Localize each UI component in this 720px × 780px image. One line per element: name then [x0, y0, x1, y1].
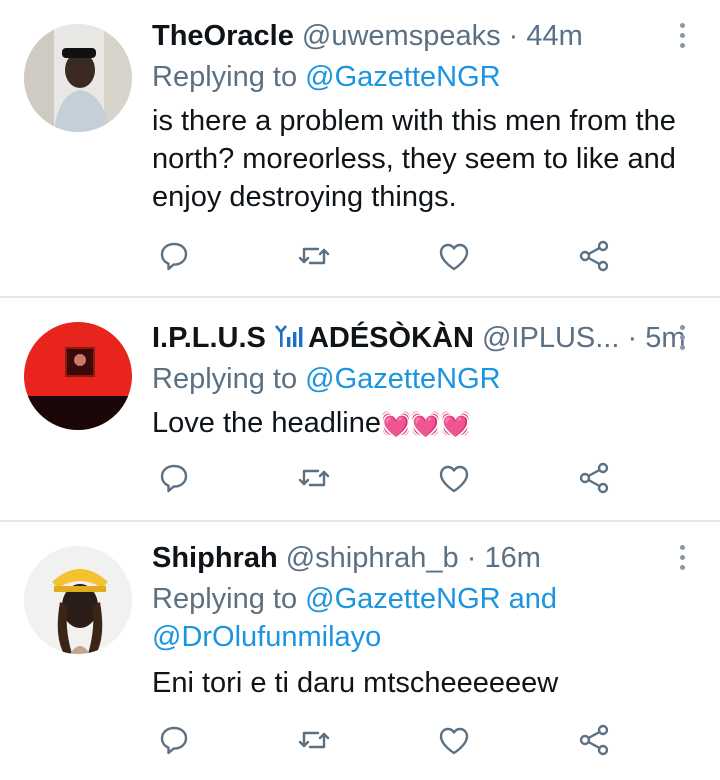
tweet-text: Love the headline💓💓💓	[152, 404, 697, 443]
separator: ·	[508, 20, 519, 52]
replying-prefix: Replying to	[152, 61, 298, 93]
mention-link[interactable]: @GazetteNGR	[305, 363, 500, 395]
retweet-icon[interactable]	[296, 238, 336, 278]
handle[interactable]: @uwemspeaks	[302, 20, 501, 52]
more-options-icon[interactable]	[676, 542, 688, 572]
timestamp[interactable]: 44m	[526, 20, 582, 52]
timestamp[interactable]: 16m	[484, 542, 540, 574]
like-icon[interactable]	[436, 722, 476, 762]
separator: ·	[627, 322, 638, 354]
replying-to: Replying to @GazetteNGR and @DrOlufunmil…	[152, 580, 557, 656]
mention-link[interactable]: @GazetteNGR	[305, 583, 500, 615]
action-bar	[152, 722, 622, 762]
mention-and: and	[508, 583, 558, 615]
retweet-icon[interactable]	[296, 722, 336, 762]
heart-emoji: 💓💓💓	[380, 410, 471, 438]
display-name-suffix[interactable]: ADÉSÒKÀN	[308, 322, 474, 354]
replying-prefix: Replying to	[152, 583, 298, 615]
tweet-text: Eni tori e ti daru mtscheeeeeew	[152, 667, 559, 699]
display-name[interactable]: TheOracle	[152, 20, 294, 52]
tweet-header: Shiphrah @shiphrah_b · 16m	[152, 538, 541, 578]
more-options-icon[interactable]	[676, 20, 688, 50]
avatar[interactable]	[24, 546, 132, 654]
tweet-header: TheOracle @uwemspeaks · 44m	[152, 16, 583, 56]
tweet-1[interactable]: TheOracle @uwemspeaks · 44m Replying to …	[0, 0, 720, 296]
more-options-icon[interactable]	[676, 322, 688, 352]
mention-link[interactable]: @GazetteNGR	[305, 61, 500, 93]
separator: ·	[466, 542, 477, 574]
replying-prefix: Replying to	[152, 363, 298, 395]
action-bar	[152, 238, 622, 278]
antenna-bars-icon	[274, 320, 308, 360]
replying-to: Replying to @GazetteNGR	[152, 58, 501, 96]
action-bar	[152, 460, 622, 500]
display-name[interactable]: Shiphrah	[152, 542, 278, 574]
share-icon[interactable]	[576, 238, 616, 278]
tweet-text: is there a problem with this men from th…	[152, 105, 676, 213]
tweet-2[interactable]: I.P.L.U.S ADÉSÒKÀN @IPLUS... · 5m Replyi…	[0, 298, 720, 520]
tweet-3[interactable]: Shiphrah @shiphrah_b · 16m Replying to @…	[0, 522, 720, 780]
retweet-icon[interactable]	[296, 460, 336, 500]
avatar[interactable]	[24, 24, 132, 132]
replying-to: Replying to @GazetteNGR	[152, 360, 501, 398]
reply-icon[interactable]	[156, 238, 196, 278]
reply-icon[interactable]	[156, 722, 196, 762]
tweet-text-content: Love the headline	[152, 407, 381, 439]
reply-icon[interactable]	[156, 460, 196, 500]
tweet-header: I.P.L.U.S ADÉSÒKÀN @IPLUS... · 5m	[152, 318, 686, 358]
avatar[interactable]	[24, 322, 132, 430]
share-icon[interactable]	[576, 460, 616, 500]
like-icon[interactable]	[436, 238, 476, 278]
handle[interactable]: @shiphrah_b	[286, 542, 459, 574]
mention-link-2[interactable]: @DrOlufunmilayo	[152, 621, 381, 653]
share-icon[interactable]	[576, 722, 616, 762]
handle[interactable]: @IPLUS...	[482, 322, 619, 354]
display-name[interactable]: I.P.L.U.S	[152, 322, 266, 354]
like-icon[interactable]	[436, 460, 476, 500]
